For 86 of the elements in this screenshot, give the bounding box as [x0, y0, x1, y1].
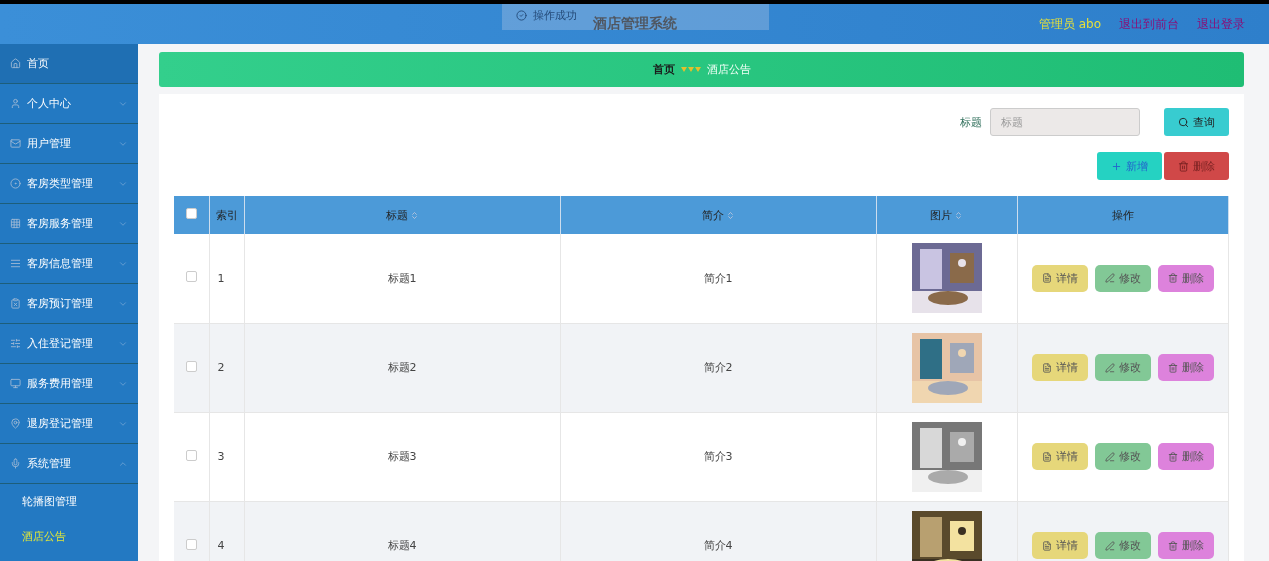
app-title: 酒店管理系统: [592, 15, 677, 33]
column-header: 索引: [215, 207, 238, 223]
index-cell: 3: [217, 450, 225, 463]
table-cell: 标题2: [387, 361, 417, 374]
index-cell: 4: [217, 539, 225, 552]
table-cell: 标题1: [387, 271, 417, 285]
row-checkbox[interactable]: [185, 449, 197, 461]
delete-button[interactable]: 删除: [1164, 152, 1229, 180]
edit-button[interactable]: 修改: [1094, 532, 1151, 559]
sidebar-item[interactable]: 用户管理: [0, 124, 138, 164]
select-all-checkbox[interactable]: [185, 208, 197, 219]
table-cell: 简介1: [703, 271, 733, 285]
document-icon: [1041, 362, 1052, 373]
breadcrumb-link[interactable]: 首页: [652, 62, 675, 77]
user-icon: [10, 98, 21, 109]
table-cell: 标题4: [387, 539, 417, 552]
edit-button[interactable]: 修改: [1094, 443, 1151, 470]
monitor-icon: [10, 378, 21, 389]
row-checkbox[interactable]: [185, 271, 197, 283]
edit-button[interactable]: 修改: [1094, 354, 1151, 381]
sidebar-item[interactable]: 个人中心: [0, 84, 138, 124]
delete-button[interactable]: 删除: [1157, 443, 1214, 470]
trash-icon: [1167, 451, 1178, 462]
table-cell: 标题3: [387, 450, 417, 463]
column-header[interactable]: 简介: [701, 207, 735, 223]
breadcrumb-current: 酒店公告: [706, 62, 751, 77]
sidebar-item[interactable]: 客房预订管理: [0, 284, 138, 324]
document-icon: [1041, 273, 1052, 284]
pen-icon: [1104, 362, 1115, 373]
column-header: 操作: [1111, 207, 1134, 223]
user-name: 管理员 abo: [1038, 15, 1101, 33]
pen-icon: [1104, 273, 1115, 284]
column-header[interactable]: 标题: [385, 207, 419, 223]
sidebar-item[interactable]: 服务费用管理: [0, 364, 138, 404]
sidebar-item[interactable]: 退房登记管理: [0, 404, 138, 444]
submenu-item[interactable]: 酒店公告: [0, 519, 138, 554]
submenu-item[interactable]: 轮播图管理: [0, 484, 138, 519]
field-label: 标题: [960, 114, 982, 130]
grid-icon: [10, 218, 21, 229]
sort-icon: [725, 210, 735, 220]
sidebar-item[interactable]: 客房类型管理: [0, 164, 138, 204]
index-cell: 2: [217, 361, 225, 374]
pen-icon: [1104, 540, 1115, 551]
pin-icon: [10, 418, 21, 429]
check-icon: [516, 9, 527, 21]
sidebar-item[interactable]: 首页: [0, 44, 138, 84]
trash-icon: [1178, 160, 1189, 172]
table-cell: 简介2: [703, 361, 733, 374]
details-button[interactable]: 详情: [1031, 443, 1088, 470]
mail-icon: [10, 138, 21, 149]
sidebar-item[interactable]: 客房服务管理: [0, 204, 138, 244]
row-checkbox[interactable]: [185, 360, 197, 372]
table-cell: 简介4: [703, 539, 733, 552]
delete-button[interactable]: 删除: [1157, 354, 1214, 381]
delete-button[interactable]: 删除: [1157, 532, 1214, 559]
microphone-icon: [10, 458, 21, 469]
plus-icon: [1111, 160, 1122, 172]
pen-icon: [1104, 451, 1115, 462]
search-button[interactable]: 查询: [1164, 108, 1229, 136]
document-icon: [1041, 540, 1052, 551]
index-cell: 1: [217, 271, 225, 285]
details-button[interactable]: 详情: [1031, 264, 1088, 292]
details-button[interactable]: 详情: [1031, 354, 1088, 381]
delete-button[interactable]: 删除: [1157, 264, 1214, 292]
circle-icon: [10, 178, 21, 189]
add-button[interactable]: 新增: [1097, 152, 1162, 180]
sidebar-item[interactable]: 客房信息管理: [0, 244, 138, 284]
sliders-icon: [10, 338, 21, 349]
sort-icon: [409, 210, 419, 220]
sort-icon: [954, 210, 963, 220]
row-checkbox[interactable]: [185, 538, 197, 550]
home-icon: [10, 58, 21, 69]
document-icon: [1041, 451, 1052, 462]
trash-icon: [1167, 362, 1178, 373]
trash-icon: [1167, 540, 1178, 551]
sidebar-item[interactable]: 系统管理: [0, 444, 138, 484]
edit-button[interactable]: 修改: [1094, 264, 1151, 292]
details-button[interactable]: 详情: [1031, 532, 1088, 559]
table-cell: 简介3: [703, 450, 733, 463]
list-icon: [10, 258, 21, 269]
sidebar-item[interactable]: 入住登记管理: [0, 324, 138, 364]
column-header[interactable]: 图片: [930, 207, 963, 223]
search-icon: [1178, 116, 1189, 128]
search-field[interactable]: 标题: [990, 108, 1140, 136]
trash-icon: [1167, 273, 1178, 284]
clipboard-icon: [10, 298, 21, 309]
